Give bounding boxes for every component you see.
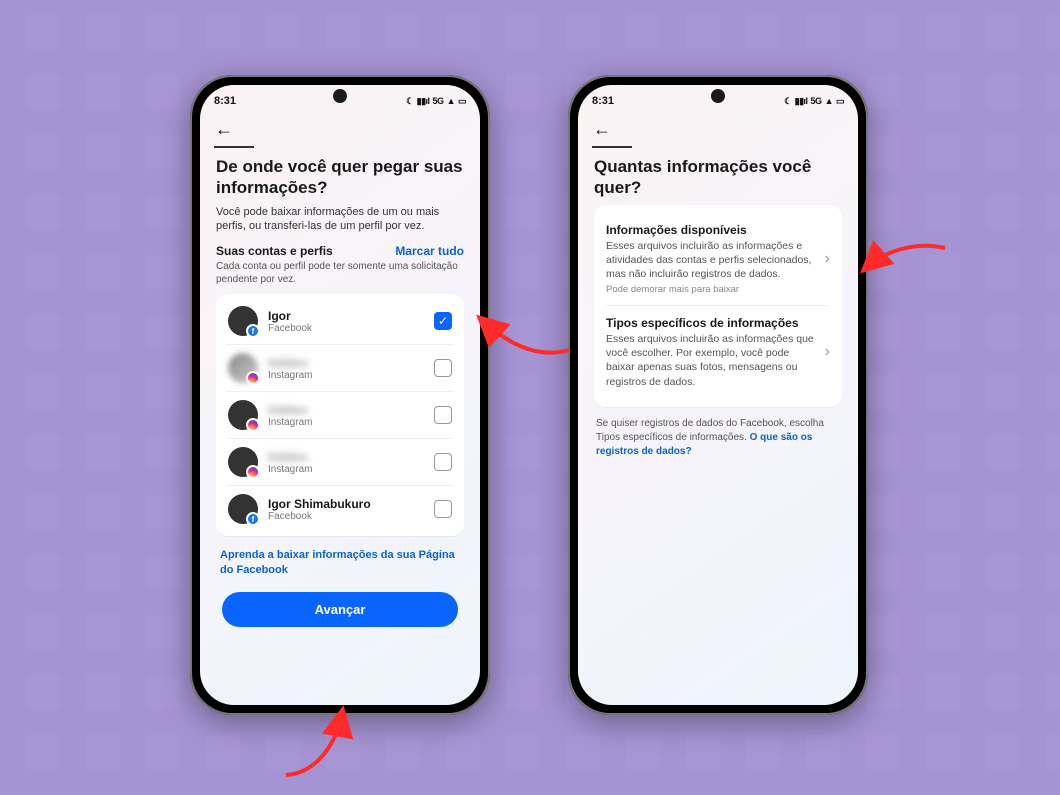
dnd-icon: ☾ [784,96,792,107]
info-option[interactable]: Tipos específicos de informações Esses ar… [606,306,830,399]
chevron-right-icon: › [819,343,830,361]
content-right: Quantas informações você quer? Informaçõ… [578,150,858,705]
account-row[interactable]: hiddenInstagram [226,439,454,486]
account-platform: Instagram [268,370,434,381]
accounts-header: Suas contas e perfis Marcar tudo [216,244,464,258]
account-name: hidden [268,356,434,370]
mark-all-link[interactable]: Marcar tudo [395,244,464,258]
option-desc: Esses arquivos incluirão as informações … [606,239,819,282]
account-info: hiddenInstagram [268,356,434,381]
page-title: Quantas informações você quer? [594,156,842,199]
account-platform: Instagram [268,464,434,475]
avatar [228,447,258,477]
avatar [228,400,258,430]
option-title: Tipos específicos de informações [606,316,819,330]
option-hint: Pode demorar mais para baixar [606,284,819,295]
account-checkbox[interactable] [434,453,452,471]
account-info: hiddenInstagram [268,403,434,428]
top-nav: ← [200,109,480,150]
screen-right: 8:31 ☾ ▮▮ıl 5G ▲ ▭ ← Quantas informações… [578,85,858,705]
info-option[interactable]: Informações disponíveis Esses arquivos in… [606,213,830,307]
platform-badge-icon: f [246,324,260,338]
status-icons: ☾ ▮▮ıl 5G ▲ ▭ [784,96,844,107]
wifi-icon: ▲ [825,96,833,106]
battery-icon: ▭ [458,96,466,107]
network-label: 5G [811,96,822,106]
chevron-right-icon: › [819,250,830,268]
status-icons: ☾ ▮▮ıl 5G ▲ ▭ [406,96,466,107]
option-text: Tipos específicos de informações Esses ar… [606,316,819,389]
account-info: Igor ShimabukuroFacebook [268,497,434,522]
option-text: Informações disponíveis Esses arquivos in… [606,223,819,296]
account-platform: Facebook [268,323,434,334]
back-icon[interactable]: ← [592,119,612,140]
accounts-label: Suas contas e perfis [216,244,333,258]
account-platform: Facebook [268,511,434,522]
footnote: Se quiser registros de dados do Facebook… [596,417,840,459]
account-row[interactable]: f IgorFacebook✓ [226,298,454,345]
platform-badge-icon [246,371,260,385]
account-info: hiddenInstagram [268,450,434,475]
nav-underline [214,146,254,148]
camera-notch [711,89,725,103]
status-time: 8:31 [592,95,614,107]
next-button[interactable]: Avançar [222,592,458,627]
account-checkbox[interactable] [434,359,452,377]
phone-right: 8:31 ☾ ▮▮ıl 5G ▲ ▭ ← Quantas informações… [568,75,868,715]
account-checkbox[interactable] [434,500,452,518]
battery-icon: ▭ [836,96,844,107]
status-time: 8:31 [214,95,236,107]
phone-left: 8:31 ☾ ▮▮ıl 5G ▲ ▭ ← De onde você quer p… [190,75,490,715]
account-name: hidden [268,403,434,417]
account-row[interactable]: hiddenInstagram [226,392,454,439]
platform-badge-icon [246,418,260,432]
avatar: f [228,306,258,336]
account-platform: Instagram [268,417,434,428]
account-name: hidden [268,450,434,464]
platform-badge-icon: f [246,512,260,526]
screen-left: 8:31 ☾ ▮▮ıl 5G ▲ ▭ ← De onde você quer p… [200,85,480,705]
back-icon[interactable]: ← [214,119,234,140]
page-subtitle: Você pode baixar informações de um ou ma… [216,205,464,235]
avatar: f [228,494,258,524]
page-title: De onde você quer pegar suas informações… [216,156,464,199]
network-label: 5G [433,96,444,106]
account-row[interactable]: f Igor ShimabukuroFacebook [226,486,454,532]
signal-icon: ▮▮ıl [795,96,808,107]
accounts-card: fIgorFacebook✓hiddenInstagramhiddenInsta… [216,294,464,536]
nav-underline [592,146,632,148]
content-left: De onde você quer pegar suas informações… [200,150,480,705]
accounts-note: Cada conta ou perfil pode ter somente um… [216,260,464,286]
option-title: Informações disponíveis [606,223,819,237]
account-checkbox[interactable] [434,406,452,424]
account-row[interactable]: hiddenInstagram [226,345,454,392]
option-desc: Esses arquivos incluirão as informações … [606,332,819,389]
wifi-icon: ▲ [447,96,455,106]
background-pattern [0,0,1060,795]
camera-notch [333,89,347,103]
options-card: Informações disponíveis Esses arquivos in… [594,205,842,407]
platform-badge-icon [246,465,260,479]
top-nav: ← [578,109,858,150]
dnd-icon: ☾ [406,96,414,107]
account-name: Igor Shimabukuro [268,497,434,511]
account-name: Igor [268,309,434,323]
avatar [228,353,258,383]
account-checkbox[interactable]: ✓ [434,312,452,330]
learn-link[interactable]: Aprenda a baixar informações da sua Pági… [220,548,460,578]
account-info: IgorFacebook [268,309,434,334]
signal-icon: ▮▮ıl [417,96,430,107]
